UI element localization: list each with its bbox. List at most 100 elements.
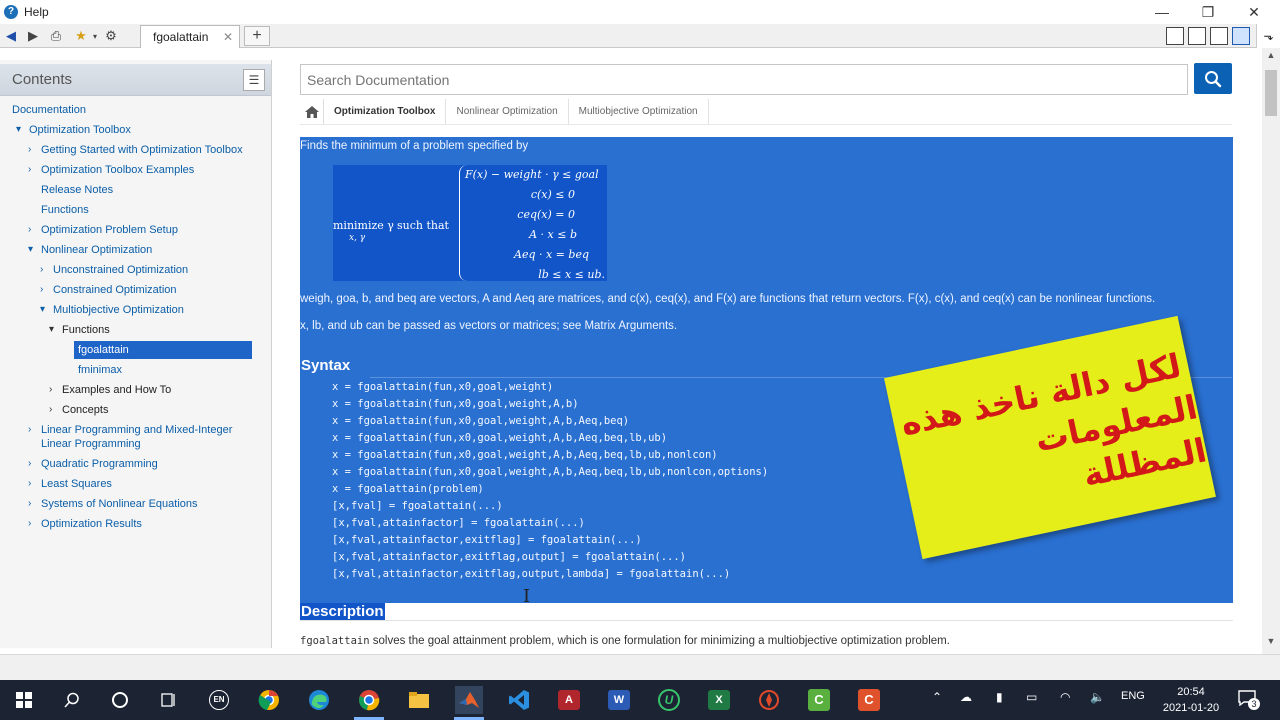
- tree-item-functions[interactable]: Functions: [41, 203, 89, 217]
- cortana-icon[interactable]: [106, 686, 134, 714]
- text-cursor-icon: I: [523, 586, 531, 607]
- tree-item-multiobjective-functions[interactable]: ▾ Functions: [49, 323, 110, 337]
- word-icon[interactable]: W: [605, 686, 633, 714]
- show-hidden-icons-icon[interactable]: ⌃: [932, 690, 942, 704]
- expand-arrow-icon[interactable]: ›: [28, 517, 31, 531]
- contents-title: Contents: [12, 71, 73, 88]
- contents-menu-icon[interactable]: ☰: [243, 69, 265, 91]
- vertical-scrollbar[interactable]: ▲ ▼: [1262, 48, 1280, 654]
- camtasia-green-icon[interactable]: C: [805, 686, 833, 714]
- tree-item-constrained-optimization[interactable]: › Constrained Optimization: [40, 283, 177, 297]
- tab-fgoalattain[interactable]: fgoalattain ✕: [140, 25, 240, 48]
- battery-icon[interactable]: ▭: [1026, 690, 1037, 704]
- formula-minimize: minimize γ: [333, 219, 394, 232]
- syntax-line: x = fgoalattain(fun,x0,goal,weight,A,b,A…: [332, 415, 630, 427]
- tree-item-linear-programming[interactable]: › Linear Programming and Mixed-Integer Lin…: [28, 423, 232, 451]
- expand-arrow-icon[interactable]: ›: [49, 383, 52, 397]
- chrome-canary-icon[interactable]: [255, 686, 283, 714]
- input-language[interactable]: ENG: [1121, 690, 1145, 702]
- print-icon[interactable]: ⎙: [47, 27, 65, 45]
- layout-single-icon[interactable]: [1232, 27, 1250, 45]
- layout-grid-icon[interactable]: [1166, 27, 1184, 45]
- burp-suite-icon[interactable]: [755, 686, 783, 714]
- tree-item-multiobjective-optimization[interactable]: ▾ Multiobjective Optimization: [40, 303, 184, 317]
- system-clock[interactable]: 20:54 2021-01-20: [1158, 684, 1224, 716]
- expand-arrow-icon[interactable]: ›: [40, 283, 43, 297]
- expand-arrow-icon[interactable]: ›: [28, 163, 31, 177]
- expand-arrow-icon[interactable]: ▾: [16, 123, 21, 137]
- matlab-icon[interactable]: [455, 686, 483, 714]
- tree-item-nonlinear-equations[interactable]: › Systems of Nonlinear Equations: [28, 497, 198, 511]
- close-button[interactable]: ✕: [1231, 0, 1277, 24]
- minimize-button[interactable]: —: [1139, 0, 1185, 24]
- tree-item-getting-started[interactable]: › Getting Started with Optimization Toolb…: [28, 143, 243, 157]
- chrome-icon[interactable]: [355, 686, 383, 714]
- search-input[interactable]: [300, 64, 1188, 95]
- volume-icon[interactable]: 🔈: [1090, 690, 1105, 704]
- tree-item-unconstrained-optimization[interactable]: › Unconstrained Optimization: [40, 263, 188, 277]
- home-icon[interactable]: [300, 98, 324, 125]
- maximize-button[interactable]: ❐: [1185, 0, 1231, 24]
- camtasia-red-icon[interactable]: C: [855, 686, 883, 714]
- tree-item-fminimax[interactable]: fminimax: [78, 363, 122, 377]
- expand-arrow-icon[interactable]: ›: [28, 423, 31, 437]
- search-icon[interactable]: [58, 686, 86, 714]
- onedrive-icon[interactable]: ☁: [960, 690, 972, 704]
- tree-item-problem-setup[interactable]: › Optimization Problem Setup: [28, 223, 178, 237]
- new-tab-button[interactable]: +: [244, 26, 270, 46]
- windows-start-icon[interactable]: [10, 686, 38, 714]
- usb-device-icon[interactable]: ▮: [996, 690, 1003, 704]
- settings-gear-icon[interactable]: ⚙: [102, 27, 120, 45]
- tree-item-nonlinear-optimization[interactable]: ▾ Nonlinear Optimization: [28, 243, 152, 257]
- upwork-icon[interactable]: U: [655, 686, 683, 714]
- layout-columns-icon[interactable]: [1188, 27, 1206, 45]
- layout-rows-icon[interactable]: [1210, 27, 1228, 45]
- breadcrumb-multiobjective-optimization[interactable]: Multiobjective Optimization: [569, 98, 709, 125]
- expand-arrow-icon[interactable]: ▾: [49, 323, 54, 337]
- action-center-icon[interactable]: 3: [1238, 690, 1260, 710]
- language-en-icon[interactable]: EN: [205, 686, 233, 714]
- tab-close-icon[interactable]: ✕: [223, 30, 233, 44]
- tree-item-least-squares[interactable]: › Least Squares: [28, 477, 112, 491]
- expand-arrow-icon[interactable]: ▾: [28, 243, 33, 257]
- expand-arrow-icon[interactable]: ›: [28, 457, 31, 471]
- expand-arrow-icon[interactable]: ›: [49, 403, 52, 417]
- scroll-down-icon[interactable]: ▼: [1262, 636, 1280, 652]
- collapse-toolbar-icon[interactable]: ⬎: [1256, 24, 1280, 48]
- tree-item-examples-and-how-to[interactable]: › Examples and How To: [49, 383, 171, 397]
- scroll-up-icon[interactable]: ▲: [1262, 50, 1280, 66]
- access-icon[interactable]: A: [555, 686, 583, 714]
- edge-icon[interactable]: [305, 686, 333, 714]
- breadcrumb-nonlinear-optimization[interactable]: Nonlinear Optimization: [446, 98, 569, 125]
- expand-arrow-icon[interactable]: ›: [28, 143, 31, 157]
- syntax-line: [x,fval] = fgoalattain(...): [332, 500, 503, 512]
- formula-brace: [459, 165, 467, 281]
- file-explorer-icon[interactable]: [405, 686, 433, 714]
- tree-item-toolbox-examples[interactable]: › Optimization Toolbox Examples: [28, 163, 194, 177]
- tree-item-optimization-results[interactable]: › Optimization Results: [28, 517, 142, 531]
- forward-icon[interactable]: ▶: [24, 27, 42, 45]
- tree-item-quadratic-programming[interactable]: › Quadratic Programming: [28, 457, 158, 471]
- expand-arrow-icon[interactable]: ›: [28, 223, 31, 237]
- tree-item-fgoalattain[interactable]: fgoalattain: [74, 341, 252, 359]
- breadcrumb-optimization-toolbox[interactable]: Optimization Toolbox: [324, 98, 447, 125]
- back-icon[interactable]: ◀: [2, 27, 20, 45]
- scrollbar-thumb[interactable]: [1265, 70, 1277, 116]
- expand-arrow-icon[interactable]: ›: [40, 263, 43, 277]
- tree-item-documentation[interactable]: Documentation: [12, 103, 86, 117]
- contents-sidebar: Contents ☰ Documentation ▾ Optimization T…: [0, 60, 272, 648]
- expand-arrow-icon[interactable]: ›: [28, 497, 31, 511]
- vscode-icon[interactable]: [505, 686, 533, 714]
- breadcrumb: Optimization Toolbox Nonlinear Optimizat…: [300, 98, 1232, 125]
- tree-item-optimization-toolbox[interactable]: ▾ Optimization Toolbox: [16, 123, 131, 137]
- toolbar: ◀ ▶ ⎙ ★ ▾ ⚙ fgoalattain ✕ + ⬎: [0, 24, 1280, 48]
- excel-icon[interactable]: X: [705, 686, 733, 714]
- tree-item-concepts[interactable]: › Concepts: [49, 403, 108, 417]
- task-view-icon[interactable]: [154, 686, 182, 714]
- expand-arrow-icon[interactable]: ▾: [40, 303, 45, 317]
- tab-label: fgoalattain: [153, 30, 209, 44]
- search-button[interactable]: [1194, 63, 1232, 94]
- tree-item-release-notes[interactable]: Release Notes: [41, 183, 113, 197]
- wifi-icon[interactable]: ◠: [1060, 690, 1070, 704]
- expand-arrow-icon[interactable]: ›: [28, 477, 31, 491]
